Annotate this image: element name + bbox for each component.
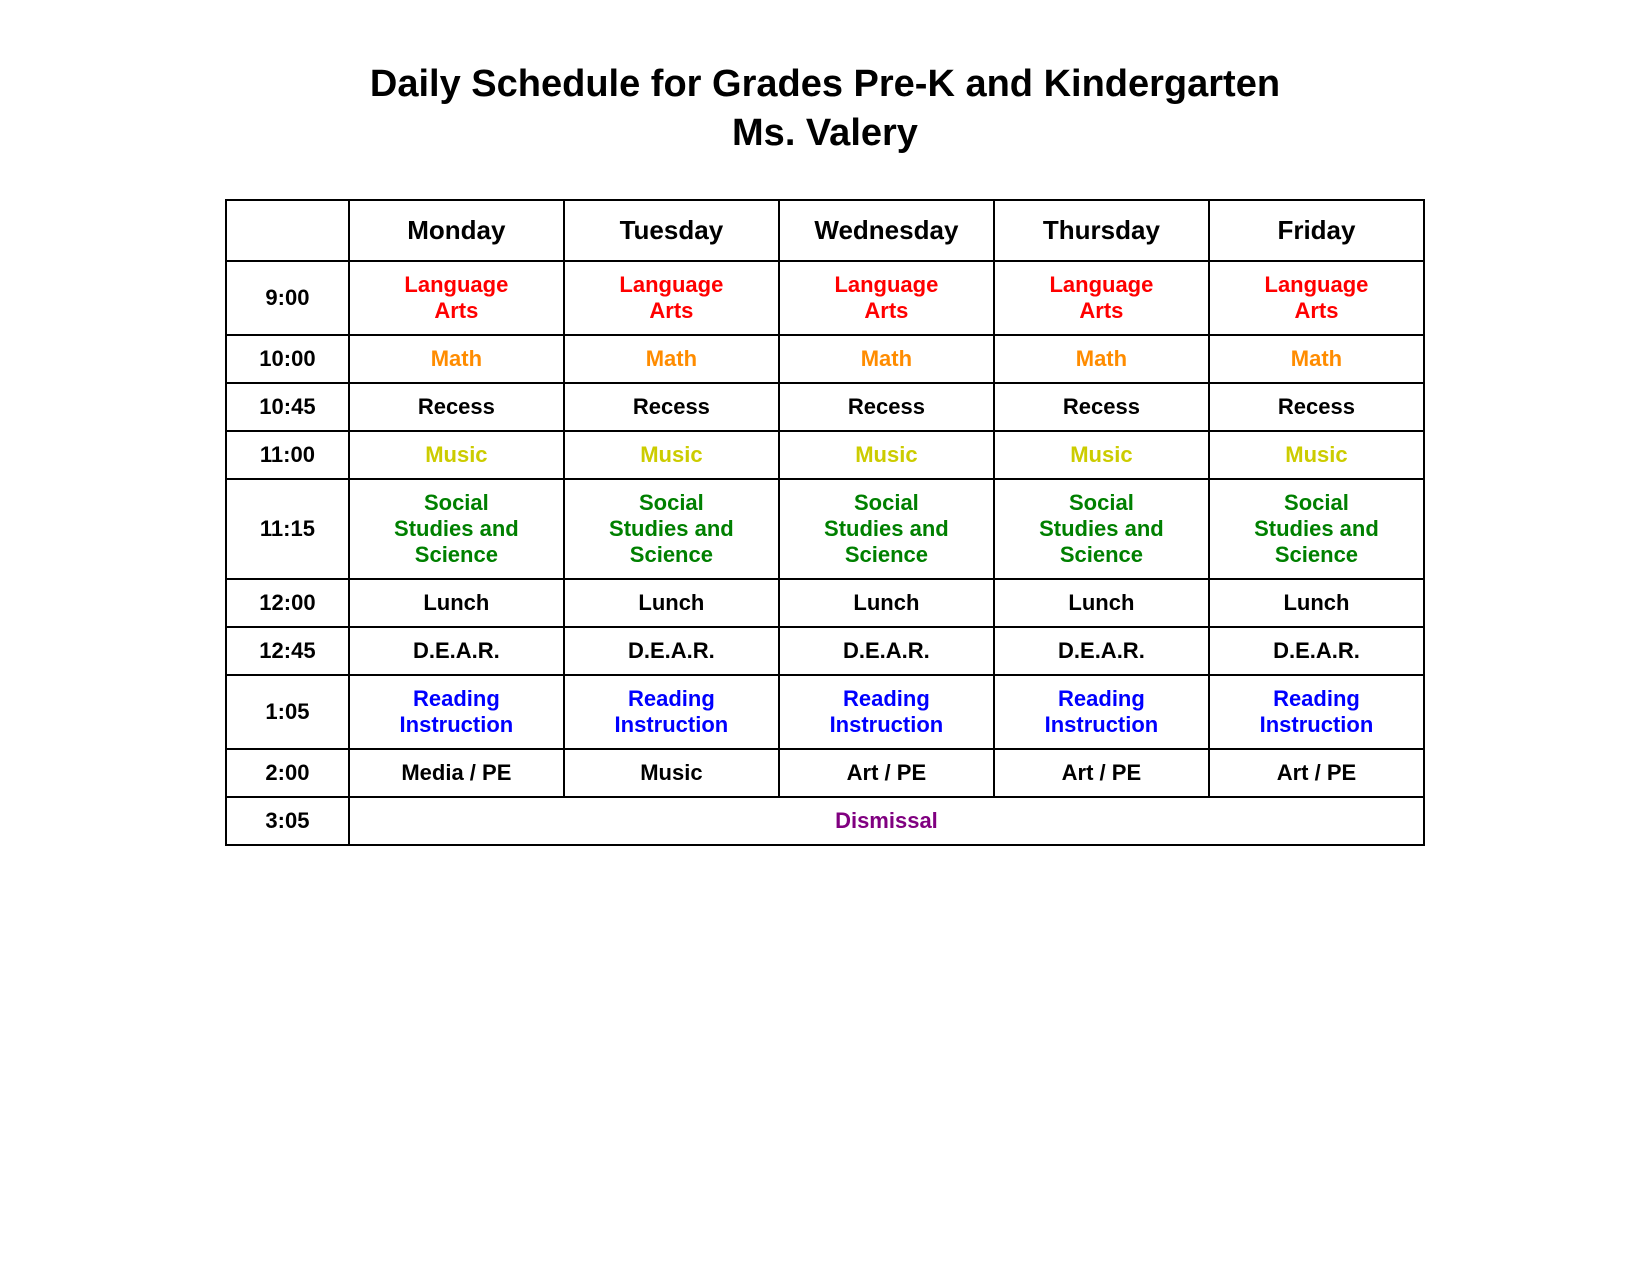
table-row: 2:00Media / PEMusicArt / PEArt / PEArt /… (226, 749, 1424, 797)
time-cell: 12:45 (226, 627, 349, 675)
page-title: Daily Schedule for Grades Pre-K and Kind… (370, 60, 1280, 159)
header-time (226, 200, 349, 261)
cell-thursday: Art / PE (994, 749, 1209, 797)
cell-thursday: D.E.A.R. (994, 627, 1209, 675)
cell-wednesday: Math (779, 335, 994, 383)
cell-friday: LanguageArts (1209, 261, 1424, 335)
time-cell: 3:05 (226, 797, 349, 845)
table-row: 12:00LunchLunchLunchLunchLunch (226, 579, 1424, 627)
cell-friday: Lunch (1209, 579, 1424, 627)
time-cell: 12:00 (226, 579, 349, 627)
cell-monday: D.E.A.R. (349, 627, 564, 675)
cell-tuesday: Lunch (564, 579, 779, 627)
cell-thursday: ReadingInstruction (994, 675, 1209, 749)
header-row: Monday Tuesday Wednesday Thursday Friday (226, 200, 1424, 261)
table-row: 9:00LanguageArtsLanguageArtsLanguageArts… (226, 261, 1424, 335)
table-row: 11:15SocialStudies andScienceSocialStudi… (226, 479, 1424, 579)
header-friday: Friday (1209, 200, 1424, 261)
cell-thursday: LanguageArts (994, 261, 1209, 335)
table-row: 12:45D.E.A.R.D.E.A.R.D.E.A.R.D.E.A.R.D.E… (226, 627, 1424, 675)
cell-tuesday: LanguageArts (564, 261, 779, 335)
time-cell: 9:00 (226, 261, 349, 335)
cell-tuesday: ReadingInstruction (564, 675, 779, 749)
cell-friday: SocialStudies andScience (1209, 479, 1424, 579)
cell-monday: SocialStudies andScience (349, 479, 564, 579)
cell-tuesday: Math (564, 335, 779, 383)
cell-monday: Media / PE (349, 749, 564, 797)
cell-wednesday: Music (779, 431, 994, 479)
header-wednesday: Wednesday (779, 200, 994, 261)
cell-tuesday: SocialStudies andScience (564, 479, 779, 579)
time-cell: 11:00 (226, 431, 349, 479)
title-line1: Daily Schedule for Grades Pre-K and Kind… (370, 60, 1280, 109)
schedule-body: 9:00LanguageArtsLanguageArtsLanguageArts… (226, 261, 1424, 845)
cell-thursday: SocialStudies andScience (994, 479, 1209, 579)
cell-friday: D.E.A.R. (1209, 627, 1424, 675)
table-row: 3:05Dismissal (226, 797, 1424, 845)
schedule-table: Monday Tuesday Wednesday Thursday Friday… (225, 199, 1425, 846)
cell-wednesday: SocialStudies andScience (779, 479, 994, 579)
table-row: 10:00MathMathMathMathMath (226, 335, 1424, 383)
cell-wednesday: D.E.A.R. (779, 627, 994, 675)
header-tuesday: Tuesday (564, 200, 779, 261)
cell-tuesday: Music (564, 431, 779, 479)
cell-tuesday: D.E.A.R. (564, 627, 779, 675)
cell-friday: Recess (1209, 383, 1424, 431)
cell-monday: ReadingInstruction (349, 675, 564, 749)
cell-friday: ReadingInstruction (1209, 675, 1424, 749)
table-row: 11:00MusicMusicMusicMusicMusic (226, 431, 1424, 479)
cell-wednesday: LanguageArts (779, 261, 994, 335)
cell-friday: Art / PE (1209, 749, 1424, 797)
time-cell: 10:45 (226, 383, 349, 431)
table-row: 1:05ReadingInstructionReadingInstruction… (226, 675, 1424, 749)
header-thursday: Thursday (994, 200, 1209, 261)
cell-tuesday: Music (564, 749, 779, 797)
cell-thursday: Math (994, 335, 1209, 383)
time-cell: 2:00 (226, 749, 349, 797)
cell-monday: Music (349, 431, 564, 479)
cell-thursday: Music (994, 431, 1209, 479)
cell-monday: Lunch (349, 579, 564, 627)
cell-wednesday: Art / PE (779, 749, 994, 797)
header-monday: Monday (349, 200, 564, 261)
time-cell: 11:15 (226, 479, 349, 579)
time-cell: 10:00 (226, 335, 349, 383)
cell-wednesday: Lunch (779, 579, 994, 627)
cell-monday: LanguageArts (349, 261, 564, 335)
time-cell: 1:05 (226, 675, 349, 749)
cell-tuesday: Recess (564, 383, 779, 431)
cell-friday: Math (1209, 335, 1424, 383)
cell-wednesday: ReadingInstruction (779, 675, 994, 749)
cell-thursday: Lunch (994, 579, 1209, 627)
dismissal-cell: Dismissal (349, 797, 1424, 845)
cell-thursday: Recess (994, 383, 1209, 431)
cell-friday: Music (1209, 431, 1424, 479)
cell-wednesday: Recess (779, 383, 994, 431)
table-row: 10:45RecessRecessRecessRecessRecess (226, 383, 1424, 431)
cell-monday: Recess (349, 383, 564, 431)
cell-monday: Math (349, 335, 564, 383)
title-line2: Ms. Valery (370, 109, 1280, 158)
